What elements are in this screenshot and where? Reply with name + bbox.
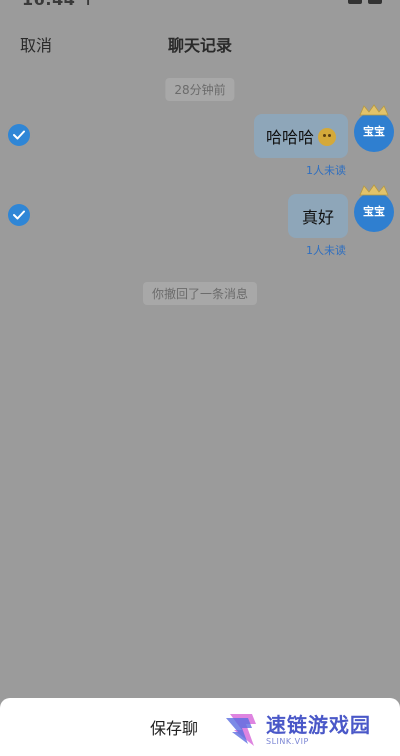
message-row[interactable]: 哈哈哈 宝宝 1人未读 bbox=[0, 104, 400, 178]
avatar[interactable]: 宝宝 bbox=[354, 104, 394, 152]
status-icons bbox=[348, 0, 382, 4]
timestamp-pill: 28分钟前 bbox=[165, 78, 235, 101]
avatar-label: 宝宝 bbox=[363, 205, 385, 218]
nav-bar: 取消 聊天记录 bbox=[0, 24, 400, 60]
recall-notice: 你撤回了一条消息 bbox=[142, 282, 258, 305]
crown-icon bbox=[359, 104, 389, 116]
selected-check-icon[interactable] bbox=[8, 204, 30, 226]
avatar[interactable]: 宝宝 bbox=[354, 184, 394, 232]
message-text: 真好 bbox=[301, 208, 334, 227]
watermark-name: 速链游戏园 bbox=[266, 712, 371, 737]
message-row[interactable]: 真好 宝宝 1人未读 bbox=[0, 184, 400, 258]
page-title: 聊天记录 bbox=[167, 36, 232, 55]
chat-history-screen: 16:44 ↑ 取消 聊天记录 28分钟前 哈哈哈 宝宝 1人未读 bbox=[0, 0, 400, 756]
read-status: 1人未读 bbox=[306, 164, 346, 177]
selected-check-icon[interactable] bbox=[8, 124, 30, 146]
watermark-url: SLINK.VIP bbox=[266, 736, 309, 746]
signal-icon bbox=[348, 0, 362, 4]
message-bubble[interactable]: 真好 bbox=[287, 194, 348, 238]
crown-icon bbox=[359, 184, 389, 196]
message-text: 哈哈哈 bbox=[265, 128, 314, 147]
read-status: 1人未读 bbox=[306, 244, 346, 257]
watermark: 速链游戏园 SLINK.VIP bbox=[186, 704, 400, 756]
avatar-label: 宝宝 bbox=[363, 125, 385, 138]
battery-icon bbox=[368, 0, 382, 4]
status-bar: 16:44 ↑ bbox=[0, 0, 400, 10]
watermark-text: 速链游戏园 SLINK.VIP bbox=[266, 715, 371, 746]
message-bubble[interactable]: 哈哈哈 bbox=[253, 114, 348, 158]
smiling-face-emoji-icon bbox=[318, 128, 336, 146]
watermark-logo bbox=[220, 710, 260, 750]
status-time: 16:44 ↑ bbox=[22, 0, 95, 9]
